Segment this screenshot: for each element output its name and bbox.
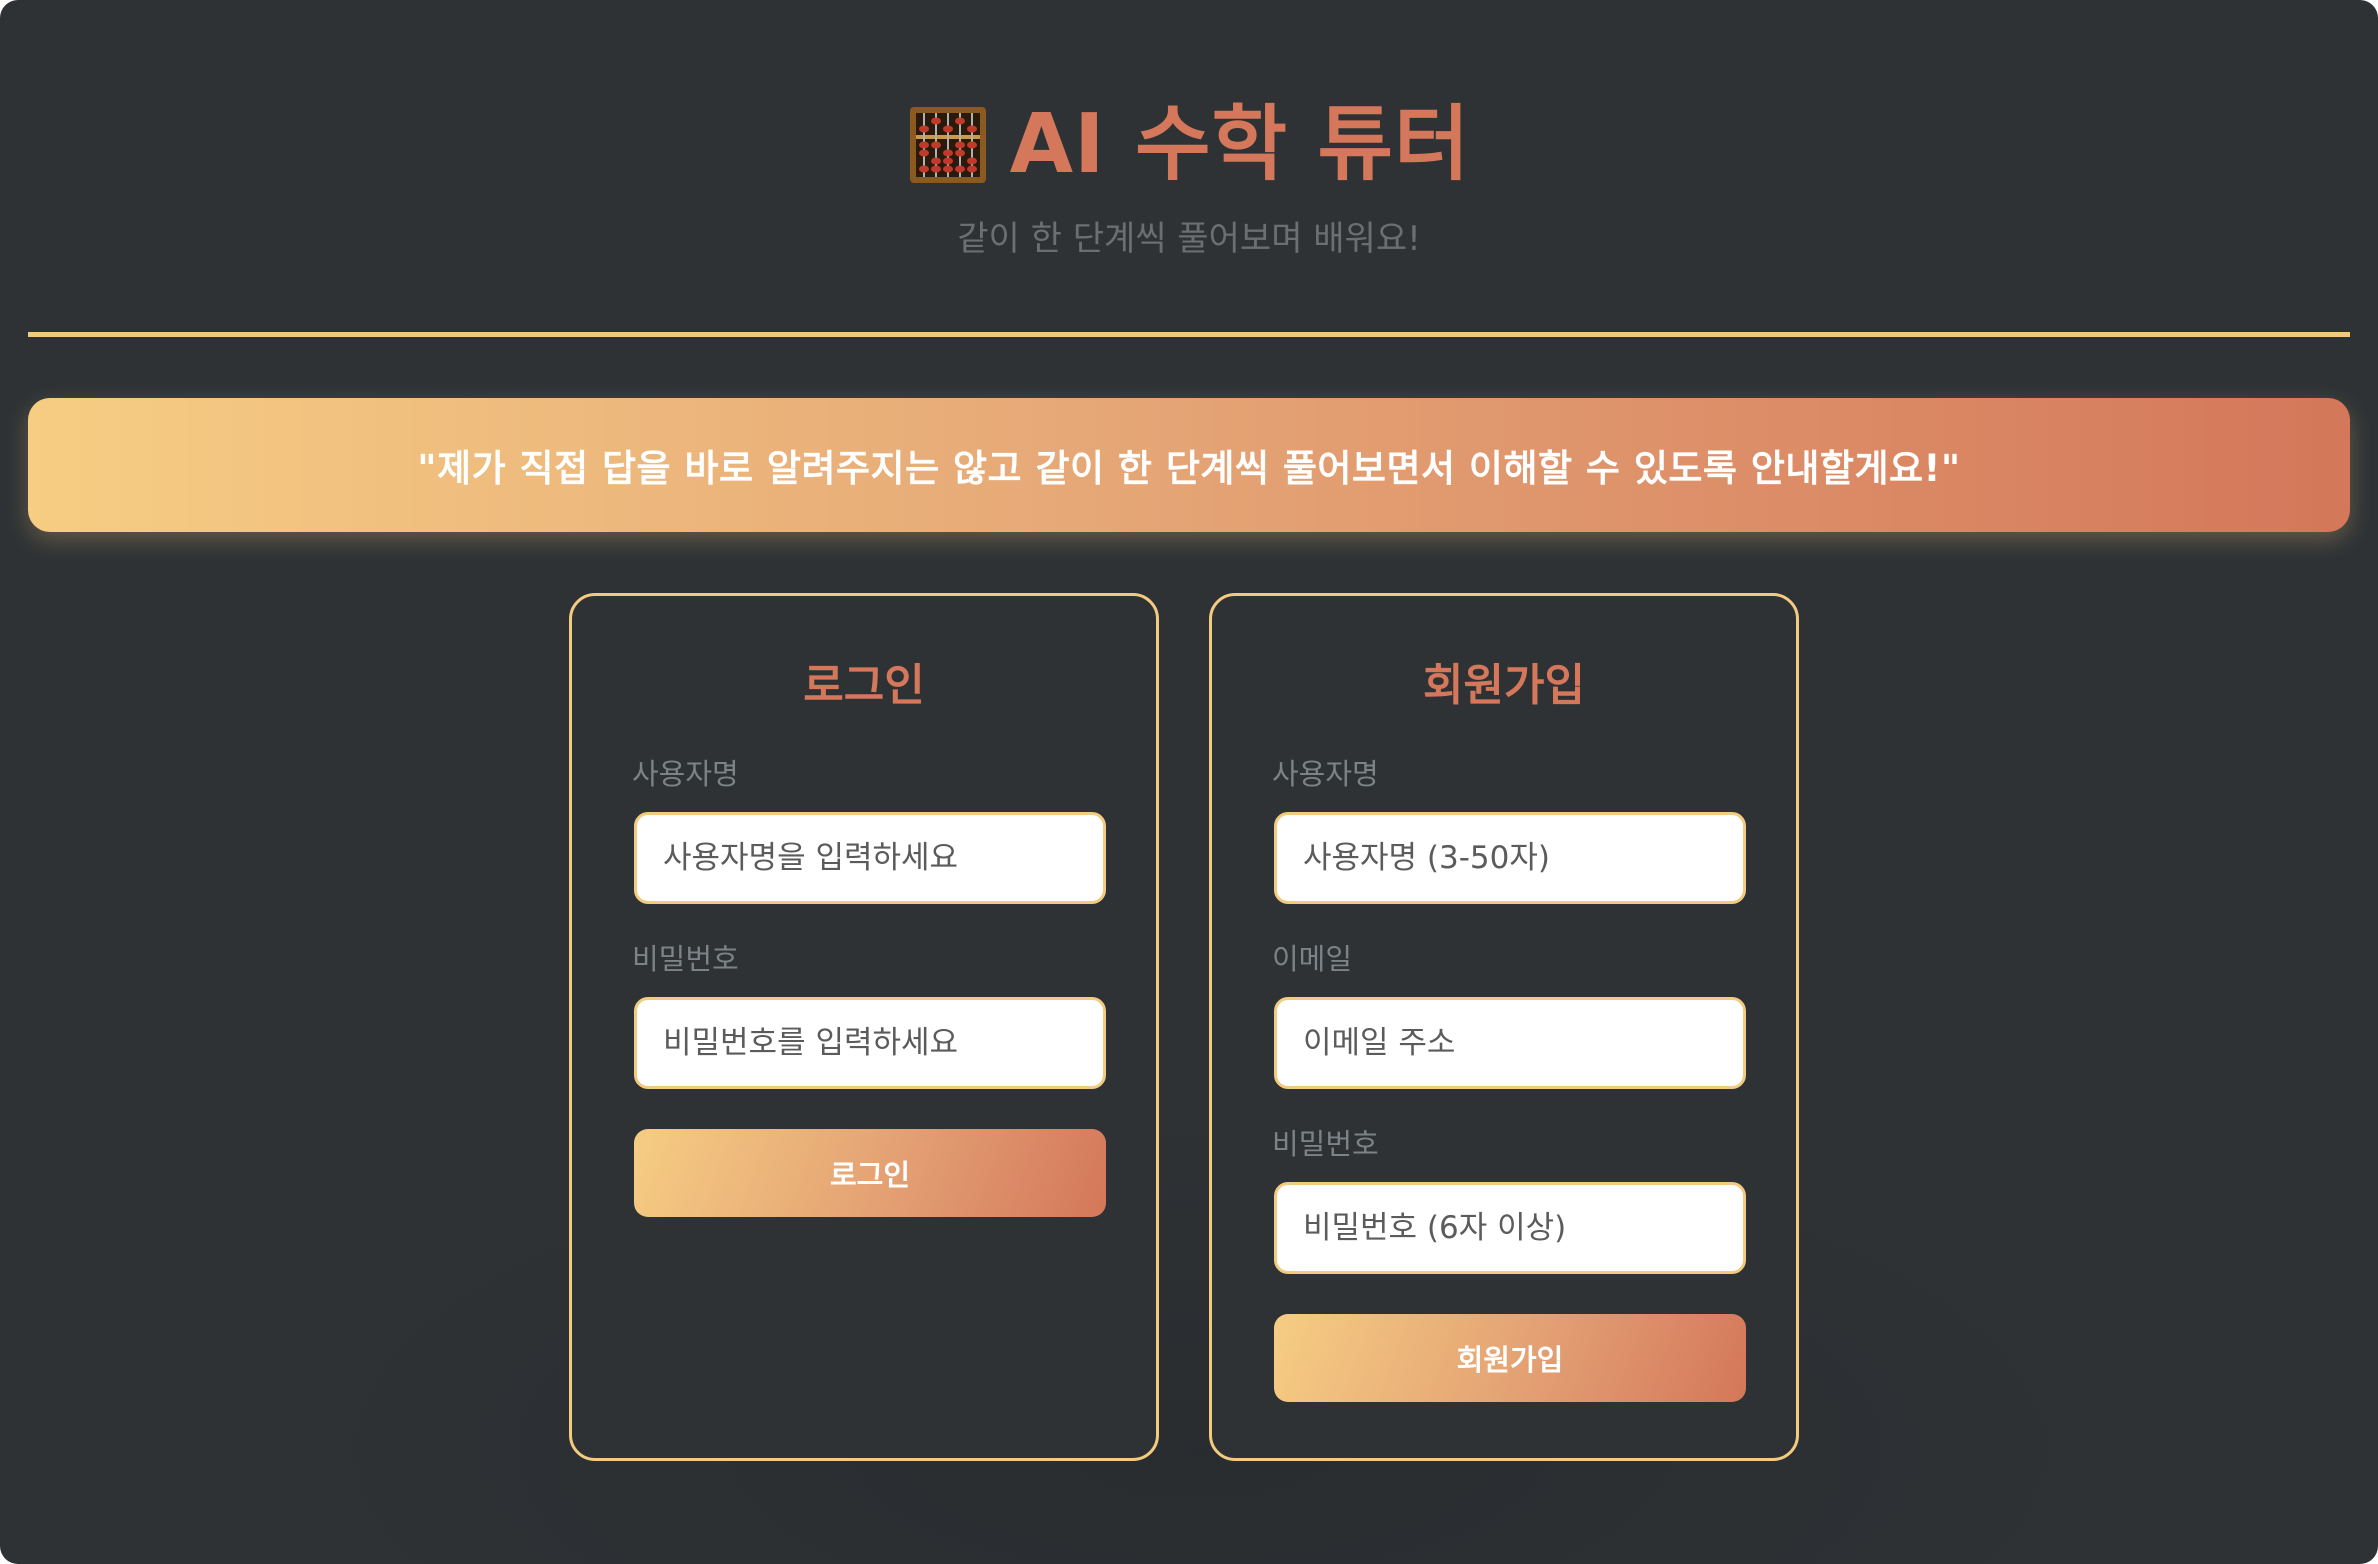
header: AI 수학 튜터 같이 한 단계씩 풀어보며 배워요! bbox=[0, 95, 2378, 261]
login-card: 로그인 사용자명 비밀번호 로그인 bbox=[569, 593, 1159, 1461]
signup-title: 회원가입 bbox=[1423, 660, 1585, 711]
signup-password-input[interactable] bbox=[1274, 1182, 1746, 1274]
signup-username-input[interactable] bbox=[1274, 812, 1746, 904]
abacus-icon bbox=[909, 107, 986, 183]
signup-button[interactable]: 회원가입 bbox=[1274, 1314, 1746, 1402]
login-username-input[interactable] bbox=[634, 812, 1106, 904]
tutor-notice-banner: "제가 직접 답을 바로 알려주지는 않고 같이 한 단계씩 풀어보면서 이해할… bbox=[28, 398, 2350, 532]
login-password-label: 비밀번호 bbox=[632, 942, 739, 976]
login-password-input[interactable] bbox=[634, 997, 1106, 1089]
login-username-label: 사용자명 bbox=[632, 757, 739, 791]
page-title: AI 수학 튜터 bbox=[908, 95, 1471, 195]
login-button[interactable]: 로그인 bbox=[634, 1129, 1106, 1217]
banner-text: "제가 직접 답을 바로 알려주지는 않고 같이 한 단계씩 풀어보면서 이해할… bbox=[417, 447, 1961, 490]
header-divider bbox=[28, 332, 2350, 337]
title-text: AI 수학 튜터 bbox=[1009, 97, 1471, 192]
signup-card: 회원가입 사용자명 이메일 비밀번호 회원가입 bbox=[1209, 593, 1799, 1461]
page-subtitle: 같이 한 단계씩 풀어보며 배워요! bbox=[957, 219, 1421, 259]
login-title: 로그인 bbox=[803, 660, 925, 711]
signup-password-label: 비밀번호 bbox=[1272, 1127, 1379, 1161]
signup-email-label: 이메일 bbox=[1272, 942, 1353, 976]
app-window: AI 수학 튜터 같이 한 단계씩 풀어보며 배워요! "제가 직접 답을 바로… bbox=[0, 0, 2378, 1564]
signup-username-label: 사용자명 bbox=[1272, 757, 1379, 791]
signup-email-input[interactable] bbox=[1274, 997, 1746, 1089]
